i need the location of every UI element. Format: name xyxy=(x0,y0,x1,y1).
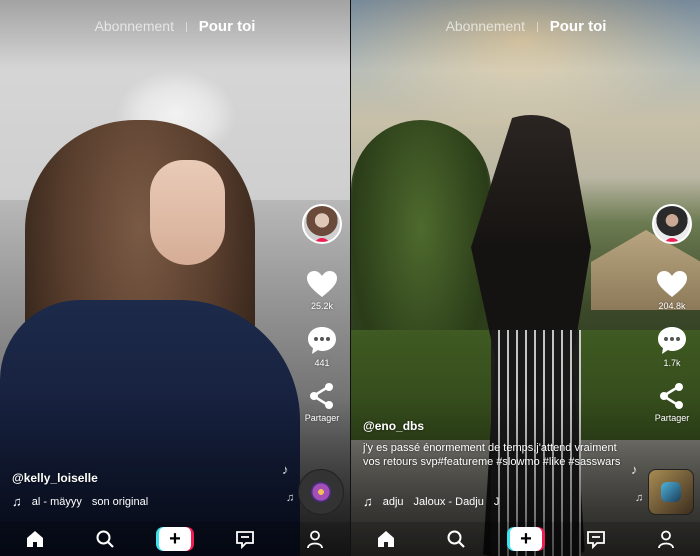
app-screens: Abonnement Pour toi + 25.2k 441 Partager xyxy=(0,0,700,556)
comment-bubble-icon[interactable] xyxy=(656,325,688,355)
share-icon[interactable] xyxy=(308,382,336,410)
feed-tabs: Abonnement Pour toi xyxy=(0,18,350,35)
creator-username[interactable]: @kelly_loiselle xyxy=(12,471,98,485)
floating-note-icon: ♪ xyxy=(282,462,289,477)
add-icon: + xyxy=(507,527,545,551)
like-count: 204.8k xyxy=(658,301,686,311)
action-rail: + 25.2k 441 Partager xyxy=(300,204,344,423)
music-disc[interactable] xyxy=(648,469,694,515)
floating-note-icon: ♫ xyxy=(635,492,644,504)
floating-note-icon: ♪ xyxy=(631,462,638,477)
floating-note-icon: ♫ xyxy=(286,492,295,504)
inbox-icon xyxy=(587,531,605,549)
music-track-wrap: J xyxy=(493,495,500,508)
profile-icon xyxy=(307,530,323,549)
music-row[interactable]: ♫ adju Jaloux - Dadju J xyxy=(363,494,603,509)
music-note-icon: ♫ xyxy=(12,494,22,509)
tab-for-you[interactable]: Pour toi xyxy=(550,18,607,35)
nav-profile[interactable] xyxy=(641,522,691,556)
tab-divider xyxy=(536,22,538,33)
nav-search[interactable] xyxy=(80,522,130,556)
nav-add[interactable]: + xyxy=(501,522,551,556)
profile-icon xyxy=(658,530,674,549)
nav-profile[interactable] xyxy=(290,522,340,556)
share-icon[interactable] xyxy=(658,382,686,410)
share-label: Partager xyxy=(304,413,340,423)
music-title: Jaloux - Dadju xyxy=(413,495,484,508)
video-screen-1[interactable]: Abonnement Pour toi + 25.2k 441 Partager xyxy=(0,0,350,556)
like-heart-icon[interactable] xyxy=(306,270,338,298)
search-icon xyxy=(96,530,114,548)
share-label: Partager xyxy=(654,413,690,423)
music-title: son original xyxy=(91,495,149,508)
tab-following[interactable]: Abonnement xyxy=(446,18,525,34)
nav-inbox[interactable] xyxy=(571,522,621,556)
comment-count: 441 xyxy=(314,358,330,368)
home-icon xyxy=(27,531,43,547)
feed-tabs: Abonnement Pour toi xyxy=(351,18,700,35)
nav-home[interactable] xyxy=(10,522,60,556)
follow-plus-icon[interactable]: + xyxy=(314,238,330,242)
add-icon: + xyxy=(156,527,194,551)
video-caption: j'y es passé énormement de temps,j'atten… xyxy=(363,442,621,468)
like-count: 25.2k xyxy=(310,301,334,311)
like-heart-icon[interactable] xyxy=(656,270,688,298)
music-row[interactable]: ♫ al - mäyyy son original xyxy=(12,494,252,509)
search-icon xyxy=(447,530,465,548)
creator-avatar[interactable]: + xyxy=(652,204,692,244)
video-screen-2[interactable]: Abonnement Pour toi + 204.8k 1.7k Partag… xyxy=(350,0,700,556)
music-note-icon: ♫ xyxy=(363,494,373,509)
home-icon xyxy=(378,531,394,547)
tab-for-you[interactable]: Pour toi xyxy=(199,18,256,35)
nav-home[interactable] xyxy=(361,522,411,556)
action-rail: + 204.8k 1.7k Partager xyxy=(650,204,694,423)
inbox-icon xyxy=(236,531,254,549)
creator-avatar[interactable]: + xyxy=(302,204,342,244)
nav-add[interactable]: + xyxy=(150,522,200,556)
music-track: al - mäyyy xyxy=(31,495,82,508)
nav-inbox[interactable] xyxy=(220,522,270,556)
comment-bubble-icon[interactable] xyxy=(306,325,338,355)
nav-search[interactable] xyxy=(431,522,481,556)
tab-divider xyxy=(185,22,187,33)
tab-following[interactable]: Abonnement xyxy=(95,18,174,34)
music-disc[interactable] xyxy=(298,469,344,515)
creator-username[interactable]: @eno_dbs xyxy=(363,419,424,433)
follow-plus-icon[interactable]: + xyxy=(664,238,680,242)
bottom-nav: + xyxy=(351,522,700,556)
music-track: adju xyxy=(382,495,404,508)
bottom-nav: + xyxy=(0,522,350,556)
comment-count: 1.7k xyxy=(663,358,681,368)
